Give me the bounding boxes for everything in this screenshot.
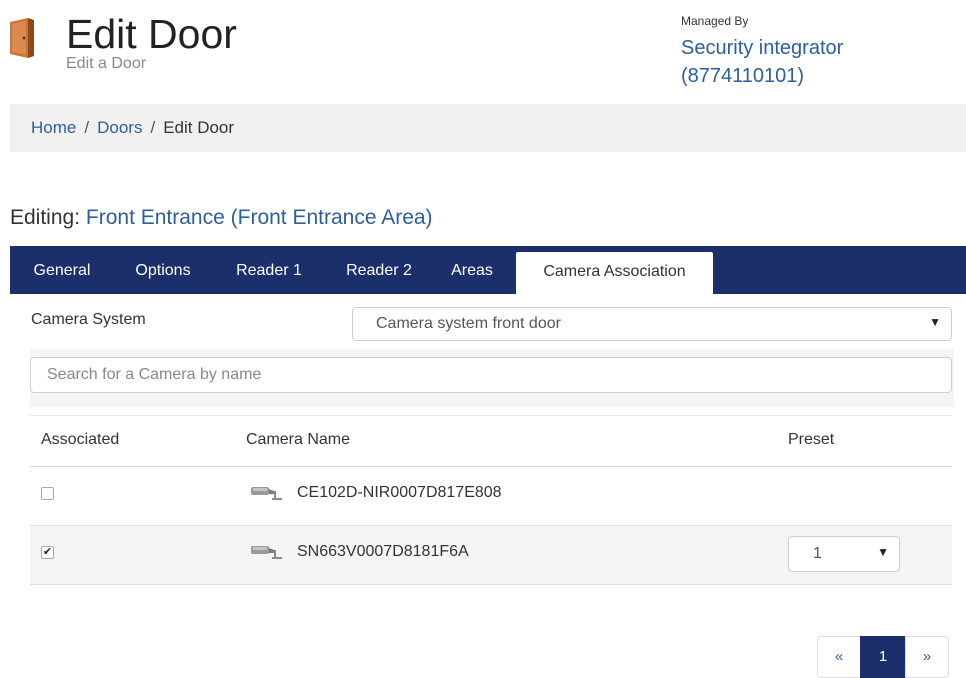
door-icon: [10, 18, 34, 58]
breadcrumb-doors-link[interactable]: Doors: [97, 118, 142, 137]
tab-general[interactable]: General: [14, 246, 110, 294]
editing-entity: Front Entrance (Front Entrance Area): [85, 206, 433, 229]
table-row: ✔ SN663V0007D8181F6A 1 ▼: [30, 526, 952, 585]
camera-icon: [251, 546, 282, 559]
managed-by-label: Managed By: [681, 14, 749, 28]
caret-down-icon: ▼: [929, 315, 941, 329]
managed-by-phone[interactable]: (8774110101): [681, 62, 941, 90]
preset-select[interactable]: 1 ▼: [788, 536, 900, 572]
checkmark-icon: ✔: [42, 546, 53, 558]
tab-reader-1[interactable]: Reader 1: [217, 246, 321, 294]
page-title: Edit Door: [66, 11, 237, 57]
associated-checkbox[interactable]: [41, 487, 54, 500]
page-subtitle: Edit a Door: [66, 55, 147, 72]
managed-by-name[interactable]: Security integrator: [681, 34, 941, 62]
managed-by: Security integrator (8774110101): [681, 34, 941, 90]
camera-name: CE102D-NIR0007D817E808: [297, 484, 502, 501]
tab-bar: General Options Reader 1 Reader 2 Areas …: [10, 246, 966, 294]
camera-search-input[interactable]: [30, 357, 952, 393]
editing-heading: Editing: Front Entrance (Front Entrance …: [10, 206, 433, 230]
tab-areas[interactable]: Areas: [436, 246, 508, 294]
camera-system-select[interactable]: Camera system front door ▼: [352, 307, 952, 341]
column-associated: Associated: [41, 431, 120, 448]
tab-reader-2[interactable]: Reader 2: [327, 246, 431, 294]
breadcrumb-separator: /: [84, 118, 90, 137]
pagination-page[interactable]: 1: [860, 636, 906, 678]
camera-system-selected: Camera system front door: [376, 315, 561, 332]
camera-icon: [251, 487, 282, 500]
breadcrumb-home-link[interactable]: Home: [31, 118, 76, 137]
caret-down-icon: ▼: [877, 545, 889, 559]
column-preset: Preset: [788, 431, 835, 448]
pagination: « 1 »: [817, 636, 949, 678]
preset-selected: 1: [813, 545, 822, 562]
tab-options[interactable]: Options: [116, 246, 210, 294]
associated-checkbox[interactable]: ✔: [41, 546, 54, 559]
search-panel: [30, 349, 954, 407]
pagination-next[interactable]: »: [905, 636, 949, 678]
column-camera-name: Camera Name: [246, 431, 351, 448]
table-header: Associated Camera Name Preset: [30, 415, 952, 467]
camera-system-label: Camera System: [31, 311, 146, 328]
camera-table: Associated Camera Name Preset CE102D-NIR…: [30, 415, 952, 585]
table-row: CE102D-NIR0007D817E808: [30, 467, 952, 526]
breadcrumb-current: Edit Door: [163, 118, 235, 137]
breadcrumb-separator: /: [150, 118, 156, 137]
tab-camera-association[interactable]: Camera Association: [516, 252, 713, 294]
pagination-prev[interactable]: «: [817, 636, 861, 678]
camera-name: SN663V0007D8181F6A: [297, 543, 469, 560]
editing-label: Editing:: [10, 206, 81, 229]
breadcrumb: Home / Doors / Edit Door: [10, 104, 966, 152]
